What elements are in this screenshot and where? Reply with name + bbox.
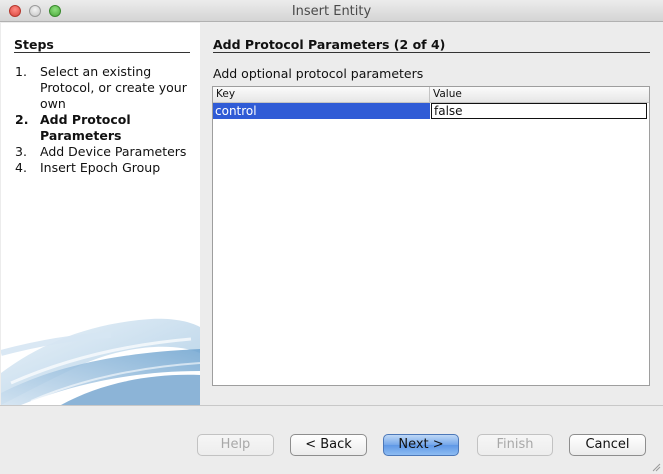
step-label: Insert Epoch Group — [40, 160, 161, 175]
step-number: 2. — [15, 112, 29, 127]
resize-grip-icon[interactable] — [651, 462, 661, 472]
title-bar[interactable]: Insert Entity — [0, 0, 663, 22]
column-header-value[interactable]: Value — [430, 87, 649, 102]
column-header-key[interactable]: Key — [213, 87, 430, 102]
steps-heading: Steps — [14, 37, 54, 52]
title-divider — [213, 52, 650, 53]
page-description: Add optional protocol parameters — [213, 66, 424, 81]
step-label: Add Protocol Parameters — [40, 112, 131, 143]
step-item: 4. Insert Epoch Group — [15, 160, 195, 176]
window-title: Insert Entity — [291, 4, 372, 19]
table-header: Key Value — [213, 87, 649, 103]
table-row[interactable]: control false — [213, 103, 649, 119]
step-number: 1. — [15, 64, 27, 79]
step-item-current: 2. Add Protocol Parameters — [15, 112, 195, 144]
value-cell-editor[interactable]: false — [431, 103, 647, 119]
insert-entity-dialog: Insert Entity Steps 1. Select an existin… — [0, 0, 663, 474]
step-label: Select an existing Protocol, or create y… — [40, 64, 187, 111]
step-item: 1. Select an existing Protocol, or creat… — [15, 64, 195, 112]
wizard-decoration-image — [1, 313, 200, 405]
key-cell[interactable]: control — [213, 103, 430, 119]
step-item: 3. Add Device Parameters — [15, 144, 195, 160]
button-bar-divider — [0, 405, 663, 406]
cancel-button[interactable]: Cancel — [569, 434, 646, 456]
step-label: Add Device Parameters — [40, 144, 187, 159]
finish-button[interactable]: Finish — [477, 434, 553, 456]
step-number: 4. — [15, 160, 27, 175]
steps-pane: Steps 1. Select an existing Protocol, or… — [1, 23, 200, 405]
page-title: Add Protocol Parameters (2 of 4) — [213, 37, 446, 52]
parameters-table[interactable]: Key Value control false — [212, 86, 650, 386]
step-number: 3. — [15, 144, 27, 159]
steps-divider — [14, 52, 190, 53]
next-button[interactable]: Next > — [383, 434, 459, 456]
steps-list: 1. Select an existing Protocol, or creat… — [15, 64, 195, 176]
step-content: Add Protocol Parameters (2 of 4) Add opt… — [201, 23, 663, 405]
back-button[interactable]: < Back — [290, 434, 367, 456]
help-button[interactable]: Help — [197, 434, 274, 456]
